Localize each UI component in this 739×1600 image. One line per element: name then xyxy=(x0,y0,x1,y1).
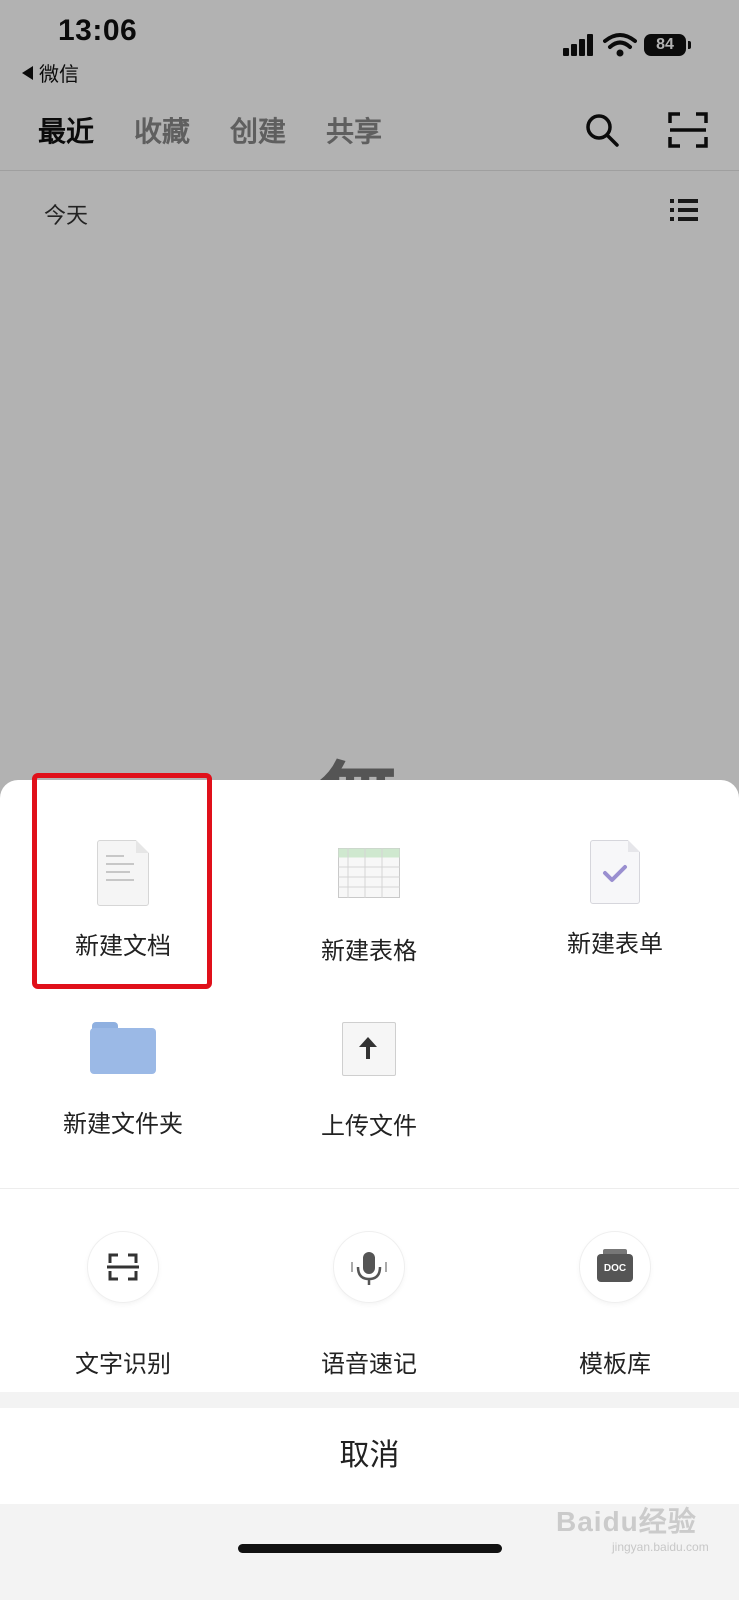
doc-badge: DOC xyxy=(597,1249,633,1282)
folder-icon xyxy=(90,1022,156,1074)
template-library-label: 模板库 xyxy=(579,1351,651,1378)
voice-note-label: 语音速记 xyxy=(321,1351,417,1378)
upload-icon xyxy=(342,1022,396,1076)
spreadsheet-icon xyxy=(338,848,400,898)
sheet-separator-band xyxy=(0,1392,739,1408)
new-spreadsheet-label: 新建表格 xyxy=(321,938,417,965)
new-form-button[interactable]: 新建表单 xyxy=(492,840,738,959)
highlight-box xyxy=(32,773,212,989)
doc-template-icon: DOC xyxy=(580,1232,650,1302)
new-spreadsheet-button[interactable]: 新建表格 xyxy=(246,848,492,966)
cancel-button[interactable]: 取消 xyxy=(0,1408,739,1504)
template-library-button[interactable]: DOC 模板库 xyxy=(492,1232,738,1379)
watermark-sub: jingyan.baidu.com xyxy=(612,1540,709,1554)
upload-file-label: 上传文件 xyxy=(321,1113,417,1140)
microphone-icon xyxy=(334,1232,404,1302)
new-folder-label: 新建文件夹 xyxy=(63,1111,183,1138)
upload-file-button[interactable]: 上传文件 xyxy=(246,1022,492,1141)
voice-note-button[interactable]: 语音速记 xyxy=(246,1232,492,1379)
ocr-button[interactable]: 文字识别 xyxy=(0,1232,246,1379)
ocr-label: 文字识别 xyxy=(75,1351,171,1378)
watermark: Baidu经验 xyxy=(556,1506,697,1537)
form-icon xyxy=(590,840,640,904)
new-folder-button[interactable]: 新建文件夹 xyxy=(0,1022,246,1139)
home-indicator[interactable] xyxy=(238,1544,502,1553)
ocr-scan-icon xyxy=(88,1232,158,1302)
new-form-label: 新建表单 xyxy=(567,931,663,958)
sheet-divider xyxy=(0,1188,739,1189)
